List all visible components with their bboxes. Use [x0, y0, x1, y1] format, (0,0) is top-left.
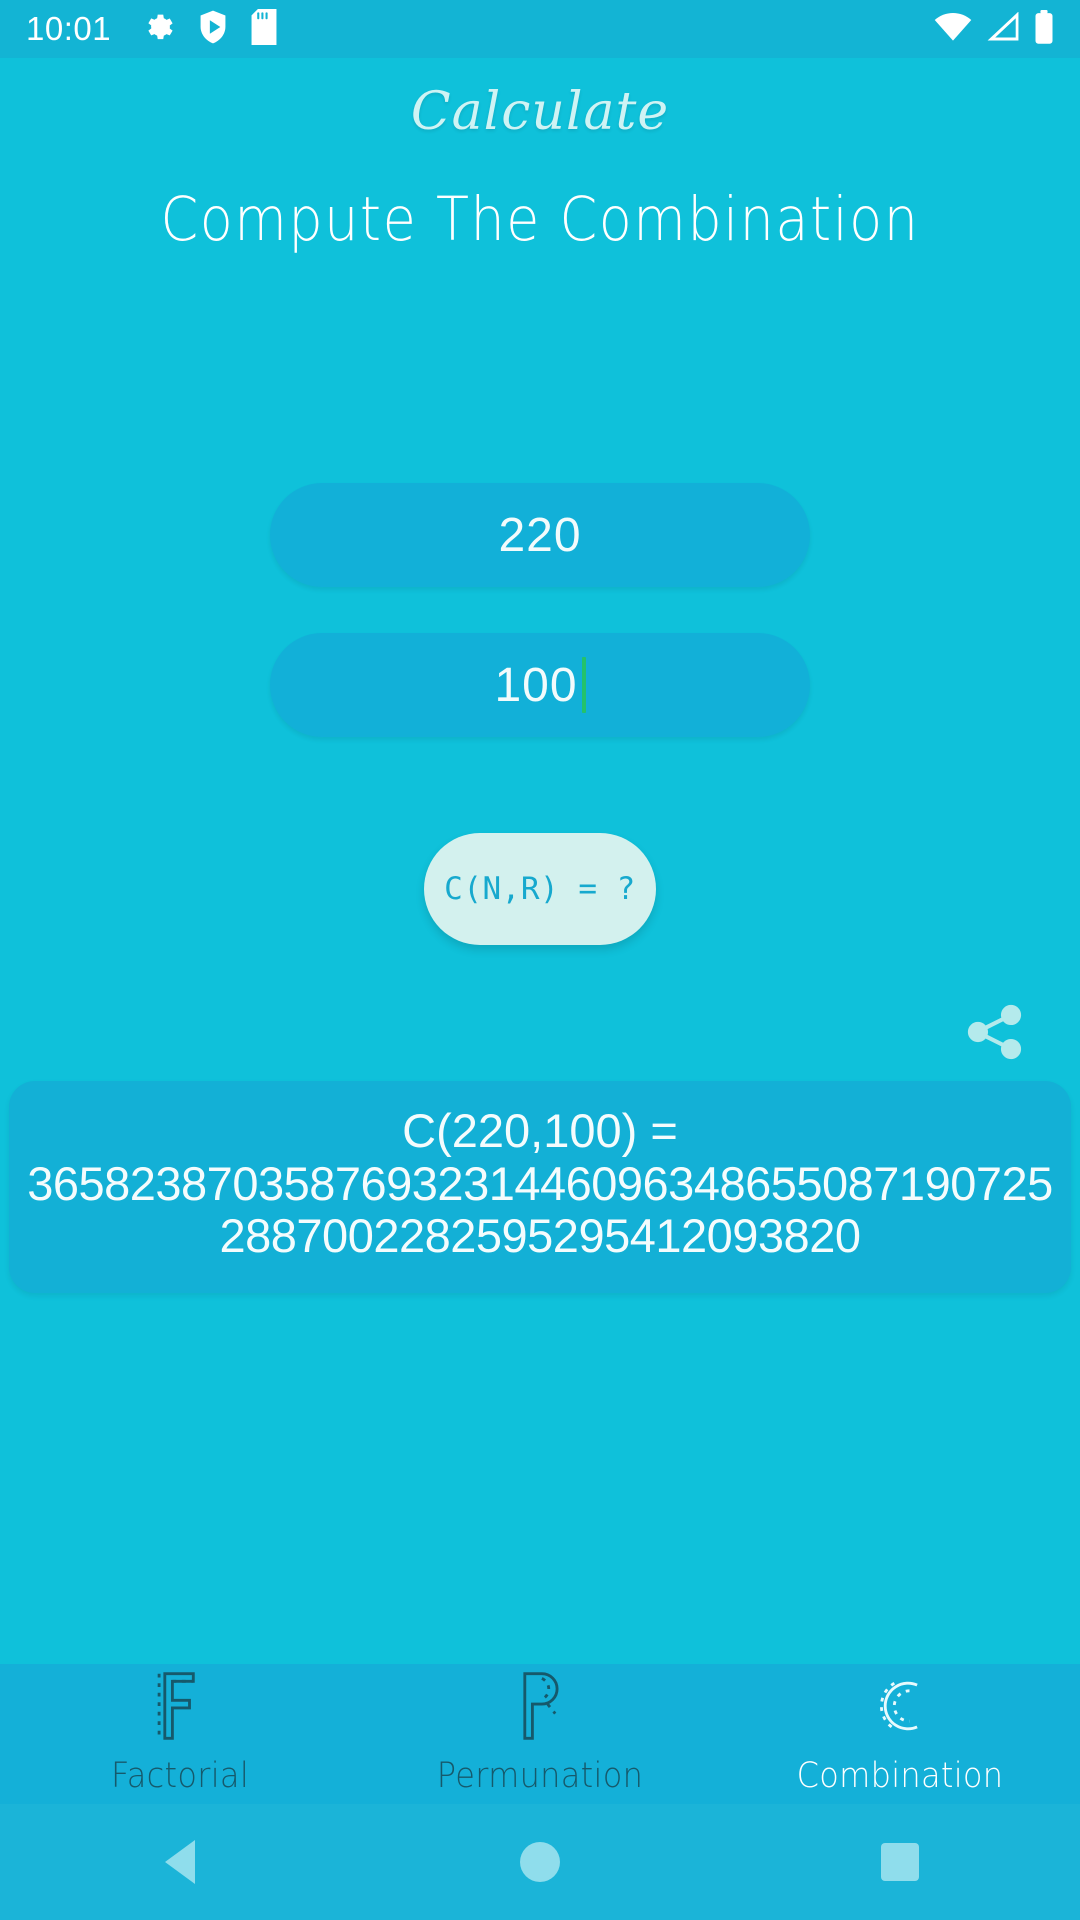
- nav-label-factorial: Factorial: [110, 1754, 250, 1796]
- sd-card-icon: [251, 8, 277, 50]
- system-home-button[interactable]: [360, 1842, 720, 1882]
- system-back-button[interactable]: [0, 1840, 360, 1884]
- system-navigation-bar: [0, 1804, 1080, 1920]
- page-subtitle: Compute The Combination: [160, 184, 920, 255]
- compute-button[interactable]: C(N,R) = ?: [424, 833, 656, 945]
- nav-label-permunation: Permunation: [436, 1754, 644, 1796]
- result-value: 3658238703587693231446096348655087190725…: [27, 1156, 1053, 1263]
- letter-c-outline-icon: [871, 1668, 929, 1744]
- main-content: Calculate Compute The Combination 220 10…: [0, 58, 1080, 1664]
- n-input-value: 220: [498, 508, 582, 562]
- app-screen: 10:01 Calculate Compute The Combination …: [0, 0, 1080, 1920]
- share-row: [0, 1001, 1080, 1063]
- nav-item-permunation[interactable]: Permunation: [360, 1668, 720, 1796]
- wifi-icon: [934, 12, 972, 47]
- n-input-field[interactable]: 220: [270, 483, 810, 587]
- result-equation: C(220,100) =: [402, 1104, 678, 1157]
- status-bar-clock: 10:01: [26, 10, 112, 47]
- home-circle-icon: [520, 1842, 560, 1882]
- letter-p-outline-icon: [511, 1668, 569, 1744]
- recents-square-icon: [881, 1843, 919, 1881]
- back-triangle-icon: [165, 1840, 195, 1884]
- share-icon[interactable]: [962, 1001, 1028, 1063]
- bottom-navigation: Factorial Permunation Combination: [0, 1664, 1080, 1804]
- page-title: Calculate: [410, 82, 670, 142]
- cell-signal-icon: [986, 11, 1020, 47]
- battery-icon: [1034, 9, 1054, 49]
- nav-label-combination: Combination: [796, 1754, 1004, 1796]
- shield-play-icon: [197, 10, 229, 49]
- nav-item-factorial[interactable]: Factorial: [0, 1668, 360, 1796]
- compute-button-label: C(N,R) = ?: [444, 871, 636, 907]
- status-bar-left-icons: [141, 8, 277, 50]
- r-input-field[interactable]: 100: [270, 633, 810, 737]
- nav-item-combination[interactable]: Combination: [720, 1668, 1080, 1796]
- letter-f-outline-icon: [151, 1668, 209, 1744]
- result-card: C(220,100) = 365823870358769323144609634…: [9, 1081, 1071, 1293]
- input-fields-group: 220 100: [0, 483, 1080, 737]
- text-caret: [581, 657, 586, 713]
- status-bar: 10:01: [0, 0, 1080, 58]
- r-input-value: 100: [494, 658, 578, 712]
- system-recents-button[interactable]: [720, 1843, 1080, 1881]
- gear-icon: [141, 10, 175, 49]
- status-bar-right-icons: [934, 9, 1054, 49]
